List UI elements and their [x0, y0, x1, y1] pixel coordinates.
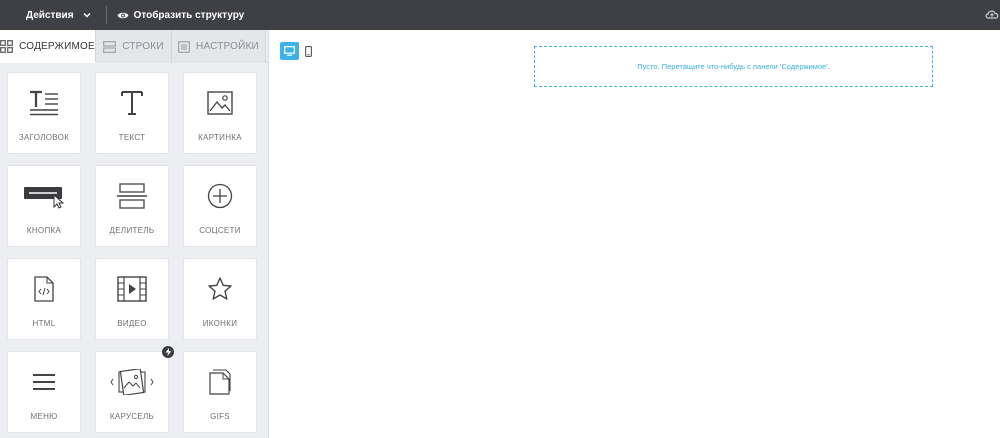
block-html[interactable]: HTML — [7, 258, 81, 340]
block-text[interactable]: ТЕКСТ — [95, 72, 169, 154]
content-blocks-grid: ЗАГОЛОВОК ТЕКСТ КАРТИНКА КНОПКА ДЕЛИТЕЛЬ… — [7, 72, 262, 433]
block-label: ИКОНКИ — [202, 319, 238, 328]
divider-icon — [117, 183, 147, 209]
sidebar-panel: СОДЕРЖИМОЕ СТРОКИ НАСТРОЙКИ ЗАГОЛОВОК ТЕ… — [0, 30, 269, 438]
desktop-view-button[interactable] — [280, 42, 299, 60]
social-icon — [207, 183, 233, 209]
block-label: ДЕЛИТЕЛЬ — [109, 226, 155, 235]
actions-menu-button[interactable]: Действия — [0, 0, 106, 30]
dropzone-message: Пусто. Перетащите что-нибудь с панели 'С… — [637, 62, 830, 71]
block-gifs[interactable]: GIFS — [183, 351, 257, 433]
block-label: ЗАГОЛОВОК — [18, 133, 70, 142]
block-menu[interactable]: МЕНЮ — [7, 351, 81, 433]
block-image[interactable]: КАРТИНКА — [183, 72, 257, 154]
desktop-icon — [284, 46, 295, 56]
heading-icon — [30, 90, 58, 116]
block-label: ВИДЕО — [117, 319, 147, 328]
html-icon — [34, 276, 54, 302]
block-label: КАРТИНКА — [198, 133, 242, 142]
block-label: МЕНЮ — [30, 412, 58, 421]
tab-rows[interactable]: СТРОКИ — [96, 30, 172, 63]
tab-rows-label: СТРОКИ — [122, 41, 164, 52]
empty-dropzone[interactable]: Пусто. Перетащите что-нибудь с панели 'С… — [534, 46, 933, 87]
tab-content[interactable]: СОДЕРЖИМОЕ — [0, 30, 96, 63]
tab-content-label: СОДЕРЖИМОЕ — [19, 40, 95, 52]
video-icon — [117, 276, 147, 302]
eye-icon — [117, 12, 129, 18]
mobile-view-button[interactable] — [299, 42, 318, 60]
show-structure-label: Отобразить структуру — [133, 9, 245, 21]
cloud-upload-icon[interactable] — [984, 6, 1000, 22]
mobile-icon — [305, 45, 312, 57]
block-label: КНОПКА — [26, 226, 62, 235]
chevron-down-icon — [83, 13, 91, 18]
menu-icon — [33, 374, 55, 390]
block-divider[interactable]: ДЕЛИТЕЛЬ — [95, 165, 169, 247]
block-label: СОЦСЕТИ — [199, 226, 241, 235]
sidebar-tabs: СОДЕРЖИМОЕ СТРОКИ НАСТРОЙКИ — [0, 30, 268, 63]
gifs-icon — [209, 369, 231, 395]
editor-canvas: Пусто. Перетащите что-нибудь с панели 'С… — [270, 30, 1000, 438]
block-video[interactable]: ВИДЕО — [95, 258, 169, 340]
block-label: ТЕКСТ — [118, 133, 146, 142]
block-label: GIFS — [210, 412, 230, 421]
settings-icon — [178, 40, 190, 53]
show-structure-button[interactable]: Отобразить структуру — [107, 9, 245, 21]
block-label: HTML — [32, 319, 56, 328]
premium-badge — [162, 346, 174, 358]
lightning-icon — [165, 348, 171, 356]
carousel-icon — [110, 369, 154, 395]
tab-settings-label: НАСТРОЙКИ — [196, 41, 259, 52]
block-icons[interactable]: ИКОНКИ — [183, 258, 257, 340]
block-label: КАРУСЕЛЬ — [109, 412, 155, 421]
rows-icon — [103, 40, 117, 53]
tab-settings[interactable]: НАСТРОЙКИ — [172, 30, 266, 63]
block-carousel[interactable]: КАРУСЕЛЬ — [95, 346, 174, 433]
grid-icon — [0, 39, 14, 53]
text-icon — [121, 91, 143, 115]
star-icon — [208, 277, 232, 300]
button-icon — [24, 187, 65, 209]
actions-label: Действия — [26, 9, 74, 21]
top-toolbar: Действия Отобразить структуру — [0, 0, 1000, 30]
block-social[interactable]: СОЦСЕТИ — [183, 165, 257, 247]
view-mode-toggle — [280, 42, 318, 60]
block-button[interactable]: КНОПКА — [7, 165, 81, 247]
block-heading[interactable]: ЗАГОЛОВОК — [7, 72, 81, 154]
image-icon — [207, 91, 233, 115]
